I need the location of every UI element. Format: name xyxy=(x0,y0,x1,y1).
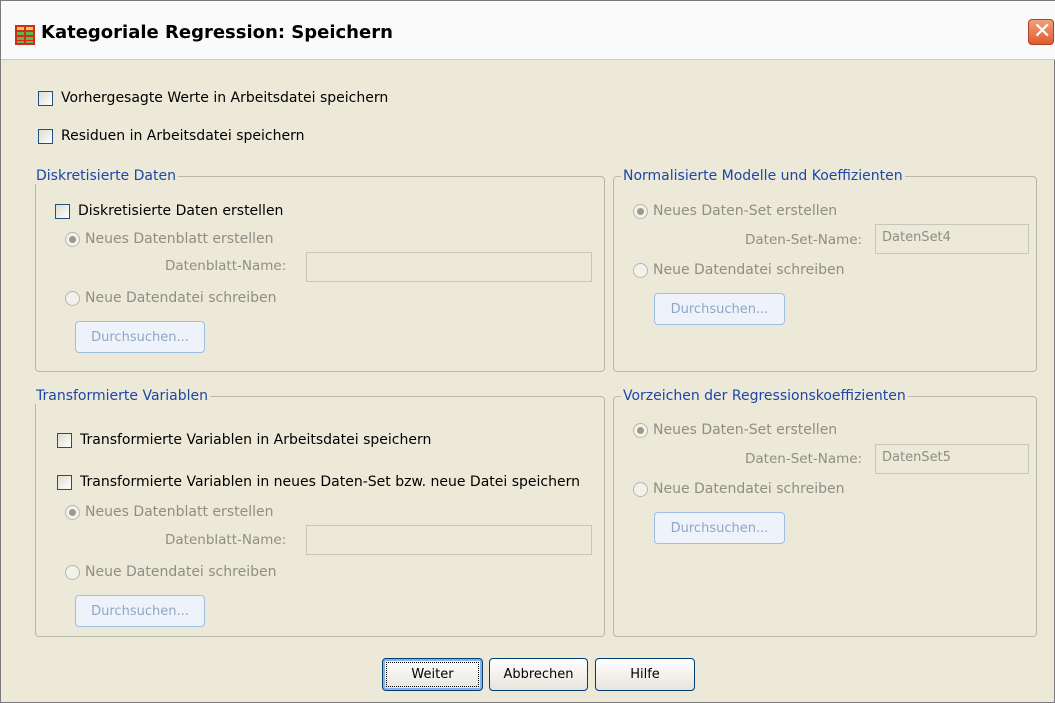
discretized-sheet-name-input[interactable] xyxy=(306,252,592,282)
discretized-new-sheet-radio[interactable] xyxy=(65,231,80,247)
signs-new-dataset-radio[interactable] xyxy=(633,422,648,438)
signs-dataset-name-label: Daten-Set-Name: xyxy=(745,451,863,467)
coefficient-signs-legend: Vorzeichen der Regressionskoeffizienten xyxy=(621,388,908,404)
normalized-models-legend: Normalisierte Modelle und Koeffizienten xyxy=(621,168,905,184)
discretized-write-file-label: Neue Datendatei schreiben xyxy=(85,290,277,306)
discretized-new-sheet-label: Neues Datenblatt erstellen xyxy=(85,231,274,247)
predicted-values-label: Vorhergesagte Werte in Arbeitsdatei spei… xyxy=(61,90,389,106)
discretized-write-file-radio[interactable] xyxy=(65,290,80,306)
discretized-data-legend: Diskretisierte Daten xyxy=(34,168,178,184)
signs-write-file-radio[interactable] xyxy=(633,481,648,497)
cancel-button[interactable]: Abbrechen xyxy=(489,658,588,691)
table-icon xyxy=(15,25,35,45)
normalized-new-dataset-radio[interactable] xyxy=(633,203,648,219)
normalized-write-file-option[interactable]: Neue Datendatei schreiben xyxy=(633,262,844,278)
signs-browse-button[interactable]: Durchsuchen... xyxy=(654,512,785,544)
transformed-save-active-label: Transformierte Variablen in Arbeitsdatei… xyxy=(80,432,432,448)
normalized-dataset-name-label: Daten-Set-Name: xyxy=(745,232,863,248)
normalized-write-file-radio[interactable] xyxy=(633,262,648,278)
close-button[interactable]: ✕ xyxy=(1028,19,1054,45)
create-discretized-checkbox[interactable] xyxy=(55,203,70,219)
residuals-option[interactable]: Residuen in Arbeitsdatei speichern xyxy=(38,128,304,144)
signs-write-file-option[interactable]: Neue Datendatei schreiben xyxy=(633,481,844,497)
transformed-save-new-checkbox[interactable] xyxy=(57,474,72,490)
transformed-variables-legend: Transformierte Variablen xyxy=(34,388,211,404)
window-title: Kategoriale Regression: Speichern xyxy=(41,22,393,43)
save-dialog: Kategoriale Regression: Speichern ✕ Vorh… xyxy=(0,0,1055,703)
create-discretized-label: Diskretisierte Daten erstellen xyxy=(78,203,284,219)
continue-button[interactable]: Weiter xyxy=(382,658,483,691)
transformed-write-file-label: Neue Datendatei schreiben xyxy=(85,564,277,580)
transformed-new-sheet-option[interactable]: Neues Datenblatt erstellen xyxy=(65,504,273,520)
transformed-write-file-option[interactable]: Neue Datendatei schreiben xyxy=(65,564,276,580)
transformed-save-new-label: Transformierte Variablen in neues Daten-… xyxy=(80,474,580,490)
predicted-values-checkbox[interactable] xyxy=(38,90,53,106)
normalized-write-file-label: Neue Datendatei schreiben xyxy=(653,262,845,278)
transformed-sheet-name-input[interactable] xyxy=(306,525,592,555)
create-discretized-option[interactable]: Diskretisierte Daten erstellen xyxy=(55,203,283,219)
help-button[interactable]: Hilfe xyxy=(595,658,695,691)
close-icon: ✕ xyxy=(1033,19,1052,44)
transformed-sheet-name-label: Datenblatt-Name: xyxy=(165,532,287,548)
predicted-values-option[interactable]: Vorhergesagte Werte in Arbeitsdatei spei… xyxy=(38,90,388,106)
signs-write-file-label: Neue Datendatei schreiben xyxy=(653,481,845,497)
normalized-browse-button[interactable]: Durchsuchen... xyxy=(654,293,785,325)
transformed-new-sheet-radio[interactable] xyxy=(65,504,80,520)
title-bar: Kategoriale Regression: Speichern ✕ xyxy=(1,1,1055,60)
normalized-new-dataset-label: Neues Daten-Set erstellen xyxy=(653,203,838,219)
residuals-label: Residuen in Arbeitsdatei speichern xyxy=(61,128,305,144)
transformed-save-active-checkbox[interactable] xyxy=(57,432,72,448)
signs-dataset-name-input[interactable]: DatenSet5 xyxy=(875,444,1029,474)
discretized-browse-button[interactable]: Durchsuchen... xyxy=(75,321,205,353)
transformed-save-new-option[interactable]: Transformierte Variablen in neues Daten-… xyxy=(57,474,580,490)
transformed-new-sheet-label: Neues Datenblatt erstellen xyxy=(85,504,274,520)
transformed-browse-button[interactable]: Durchsuchen... xyxy=(75,595,205,627)
discretized-write-file-option[interactable]: Neue Datendatei schreiben xyxy=(65,290,276,306)
normalized-dataset-name-input[interactable]: DatenSet4 xyxy=(875,224,1029,254)
signs-new-dataset-label: Neues Daten-Set erstellen xyxy=(653,422,838,438)
transformed-save-active-option[interactable]: Transformierte Variablen in Arbeitsdatei… xyxy=(57,432,431,448)
discretized-sheet-name-label: Datenblatt-Name: xyxy=(165,258,287,274)
residuals-checkbox[interactable] xyxy=(38,128,53,144)
signs-new-dataset-option[interactable]: Neues Daten-Set erstellen xyxy=(633,422,837,438)
transformed-write-file-radio[interactable] xyxy=(65,564,80,580)
normalized-new-dataset-option[interactable]: Neues Daten-Set erstellen xyxy=(633,203,837,219)
discretized-new-sheet-option[interactable]: Neues Datenblatt erstellen xyxy=(65,231,273,247)
